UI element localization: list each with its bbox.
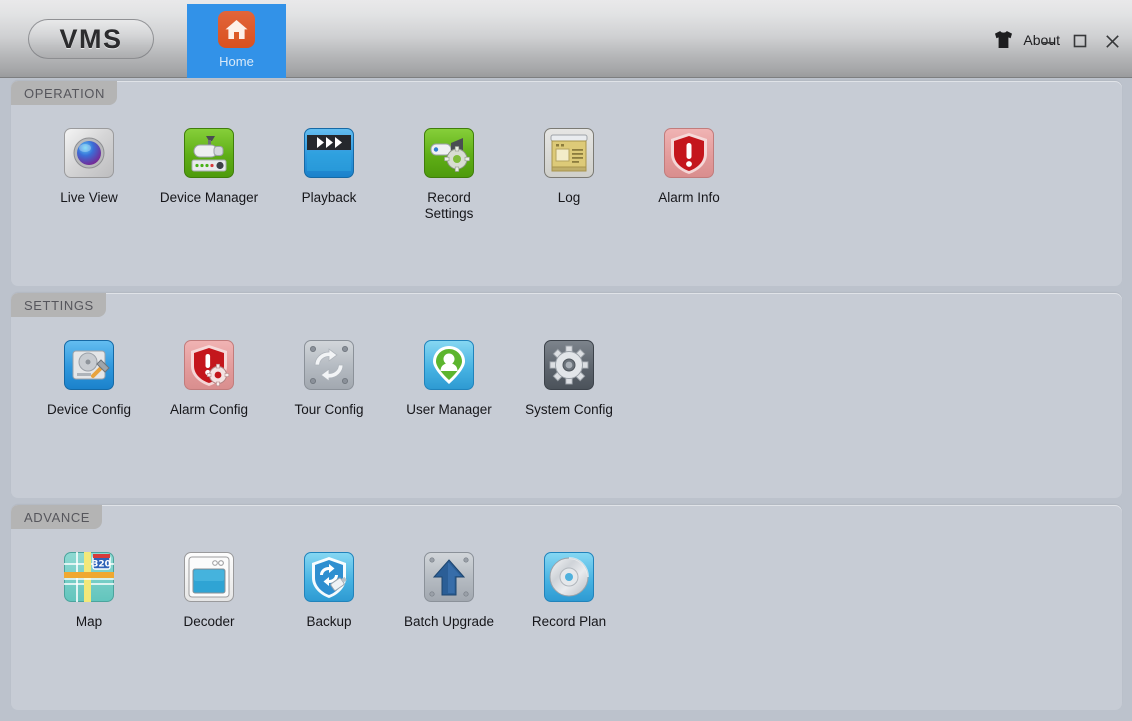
app-icon-tour-config[interactable]: Tour Config (269, 340, 389, 418)
highway-shield: 320 (92, 554, 111, 570)
icon-row-operation: Live View Device Manager Playback Record… (11, 128, 1122, 222)
app-label: Alarm Info (658, 190, 720, 205)
app-icon-device-manager[interactable]: Device Manager (149, 128, 269, 222)
app-icon-live-view[interactable]: Live View (29, 128, 149, 222)
window-controls (1037, 31, 1123, 51)
app-icon-record-plan[interactable]: Record Plan (509, 552, 629, 630)
app-label: Decoder (183, 614, 235, 629)
app-icon-backup[interactable]: Backup (269, 552, 389, 630)
road-map-icon: 320 (64, 552, 114, 602)
gear-icon (544, 340, 594, 390)
tab-home[interactable]: Home (187, 4, 286, 79)
app-icon-record-settings[interactable]: Record Settings (389, 128, 509, 222)
shield-gear-icon (184, 340, 234, 390)
app-label: Live View (60, 190, 118, 205)
tshirt-icon (993, 30, 1014, 49)
app-logo-text: VMS (59, 23, 123, 54)
app-label: Backup (306, 614, 352, 629)
shield-sync-icon (304, 552, 354, 602)
tab-home-label: Home (219, 54, 254, 69)
icon-row-settings: Device Config Alarm Config Tour Config U… (11, 340, 1122, 418)
app-icon-log[interactable]: Log (509, 128, 629, 222)
section-operation: OPERATION Live View Device Manager Playb… (11, 81, 1122, 286)
disk-hammer-icon (64, 340, 114, 390)
minimize-button[interactable] (1037, 31, 1059, 51)
app-label: Record Plan (531, 614, 607, 629)
app-label: Map (75, 614, 103, 629)
app-label: Alarm Config (169, 402, 249, 417)
monitor-window-icon (184, 552, 234, 602)
app-label: Playback (301, 190, 357, 205)
upload-arrow-icon (424, 552, 474, 602)
app-icon-batch-upgrade[interactable]: Batch Upgrade (389, 552, 509, 630)
section-title-settings: SETTINGS (11, 293, 106, 317)
app-label: Device Manager (159, 190, 259, 205)
app-icon-playback[interactable]: Playback (269, 128, 389, 222)
title-bar: VMS Home About (0, 0, 1132, 79)
app-label: Device Config (46, 402, 132, 417)
user-pin-icon (424, 340, 474, 390)
icon-row-advance: 320 Map Decoder Backup Batch Upgrade Rec… (11, 552, 1122, 630)
house-icon (218, 11, 255, 48)
refresh-plate-icon (304, 340, 354, 390)
disc-icon (544, 552, 594, 602)
app-icon-alarm-config[interactable]: Alarm Config (149, 340, 269, 418)
app-label: Log (557, 190, 581, 205)
app-label: User Manager (406, 402, 492, 417)
home-content: OPERATION Live View Device Manager Playb… (0, 78, 1132, 721)
app-icon-decoder[interactable]: Decoder (149, 552, 269, 630)
app-icon-system-config[interactable]: System Config (509, 340, 629, 418)
section-settings: SETTINGS Device Config Alarm Config Tour… (11, 293, 1122, 498)
vms-main-window: VMS Home About OPERATION Live View Devic… (0, 0, 1132, 721)
camera-gear-icon (424, 128, 474, 178)
maximize-button[interactable] (1069, 31, 1091, 51)
map-badge-text: 320 (92, 560, 111, 570)
app-label: Tour Config (294, 402, 364, 417)
document-icon (544, 128, 594, 178)
bullet-camera-icon (184, 128, 234, 178)
section-title-advance: ADVANCE (11, 505, 103, 529)
app-label: Batch Upgrade (403, 614, 495, 629)
app-label: System Config (525, 402, 613, 417)
app-icon-user-manager[interactable]: User Manager (389, 340, 509, 418)
film-clapper-icon (304, 128, 354, 178)
app-icon-device-config[interactable]: Device Config (29, 340, 149, 418)
section-title-operation: OPERATION (11, 81, 118, 105)
section-advance: ADVANCE 320 Map Decoder Backup Batch Upg… (11, 505, 1122, 710)
app-logo: VMS (28, 19, 154, 59)
close-button[interactable] (1101, 31, 1123, 51)
dome-camera-icon (64, 128, 114, 178)
app-label: Record Settings (424, 190, 474, 221)
app-icon-map[interactable]: 320 Map (29, 552, 149, 630)
shield-alert-icon (664, 128, 714, 178)
app-icon-alarm-info[interactable]: Alarm Info (629, 128, 749, 222)
